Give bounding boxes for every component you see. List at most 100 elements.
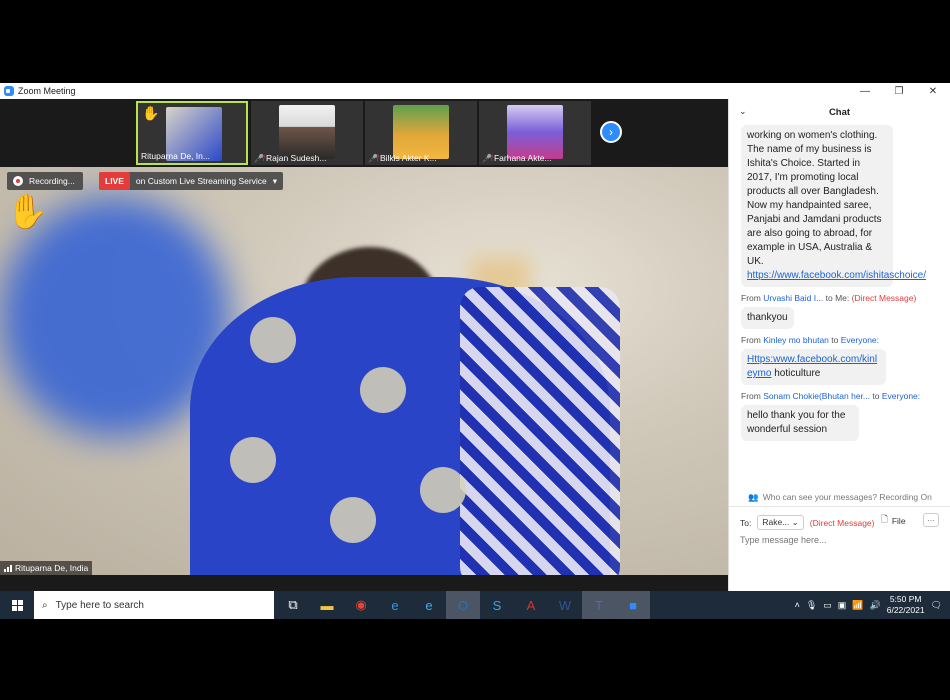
saree-pattern xyxy=(330,497,376,543)
message-link[interactable]: https://www.facebook.com/ishitaschoice/ xyxy=(747,270,926,281)
window-title: Zoom Meeting xyxy=(18,86,76,96)
message-sender: From Urvashi Baid I... to Me: (Direct Me… xyxy=(741,293,917,303)
letterbox-top xyxy=(0,0,950,83)
start-button[interactable] xyxy=(0,591,34,619)
system-tray: ˄ 🎙 ▭ ▣ 📶 🔊 5:50 PM 6/22/2021 🗨 xyxy=(795,591,950,619)
chat-messages[interactable]: working on women's clothing. The name of… xyxy=(729,125,950,490)
participant-name: 🎤̸ Bilkis Akter K... xyxy=(368,153,437,163)
clock[interactable]: 5:50 PM 6/22/2021 xyxy=(887,594,925,616)
message-sender: From Kinley mo bhutan to Everyone: xyxy=(741,335,880,345)
chat-header: ⌄ Chat xyxy=(729,99,950,125)
teams-icon[interactable]: T xyxy=(582,591,616,619)
participant-video xyxy=(279,105,335,159)
participant-name: 🎤̸ Rajan Sudesh... xyxy=(254,153,327,163)
file-label: File xyxy=(891,516,906,526)
muted-mic-icon: 🎤̸ xyxy=(254,153,264,163)
saree-border xyxy=(460,287,620,575)
window-controls: — ❐ ✕ xyxy=(848,83,950,99)
chevron-down-icon[interactable]: ⌄ xyxy=(739,106,747,117)
file-icon: 🗋 xyxy=(881,514,888,524)
live-stream-indicator[interactable]: LIVE on Custom Live Streaming Service ▾ xyxy=(99,172,284,190)
participant-thumbnail[interactable]: 🎤̸ Bilkis Akter K... xyxy=(365,101,477,165)
skype-icon[interactable]: S xyxy=(480,591,514,619)
chat-composer: To: Rake... ⌄ (Direct Message) 🗋 File ··… xyxy=(729,506,950,591)
chat-title: Chat xyxy=(828,106,851,118)
taskbar-apps: ⧉ ▬ ◉ e e O S A W T ■ xyxy=(276,591,650,619)
chat-message: Https:www.facebook.com/kinleymo hoticult… xyxy=(741,349,886,385)
saree-pattern xyxy=(230,437,276,483)
participant-thumbnail[interactable]: ✋ Rituparna De, In... xyxy=(136,101,248,165)
volume-icon[interactable]: 🔊 xyxy=(870,600,881,611)
saree-pattern xyxy=(250,317,296,363)
live-stream-label: on Custom Live Streaming Service ▾ xyxy=(135,175,278,187)
display-icon[interactable]: ▣ xyxy=(838,600,847,611)
restore-button[interactable]: ❐ xyxy=(882,83,916,99)
chrome-icon[interactable]: ◉ xyxy=(344,591,378,619)
raised-hand-icon: ✋ xyxy=(6,193,49,231)
letterbox-bottom xyxy=(0,619,950,700)
battery-icon[interactable]: ▭ xyxy=(823,600,832,611)
signal-icon xyxy=(4,564,12,572)
people-icon: 👥 xyxy=(748,491,759,502)
visibility-text: Who can see your messages? Recording On xyxy=(762,492,932,502)
zoom-window: Zoom Meeting — ❐ ✕ ✋ Rituparna De, In...… xyxy=(0,83,950,591)
chevron-up-icon[interactable]: ˄ xyxy=(795,600,800,610)
search-placeholder: Type here to search xyxy=(55,599,144,611)
video-area: ✋ Rituparna De, In... 🎤̸ Rajan Sudesh... … xyxy=(0,99,728,591)
participant-thumbnail[interactable]: 🎤̸ Farhana Akte... xyxy=(479,101,591,165)
task-view-icon[interactable]: ⧉ xyxy=(276,591,310,619)
title-bar: Zoom Meeting — ❐ ✕ xyxy=(0,83,950,99)
recipient-row: To: Rake... ⌄ (Direct Message) xyxy=(740,515,874,530)
wifi-icon[interactable]: 📶 xyxy=(852,600,863,611)
sender-name[interactable]: Urvashi Baid I... xyxy=(763,293,823,303)
next-page-button[interactable]: › xyxy=(600,121,622,143)
sender-name[interactable]: Sonam Chokie(Bhutan her... xyxy=(763,391,870,401)
message-input[interactable] xyxy=(740,535,940,545)
caret-down-icon: ▾ xyxy=(272,175,278,186)
minimize-button[interactable]: — xyxy=(848,83,882,99)
microphone-icon[interactable]: 🎙 xyxy=(806,600,817,611)
notifications-icon[interactable]: 🗨 xyxy=(931,600,942,611)
windows-logo-icon xyxy=(11,599,23,611)
message-text: working on women's clothing. The name of… xyxy=(747,130,882,267)
participant-thumbnail[interactable]: 🎤̸ Rajan Sudesh... xyxy=(251,101,363,165)
message-visibility-notice[interactable]: 👥 Who can see your messages? Recording O… xyxy=(729,490,950,504)
chat-panel: ⌄ Chat working on women's clothing. The … xyxy=(728,99,950,591)
file-button[interactable]: 🗋 File xyxy=(881,514,906,528)
windows-taskbar: ⌕ Type here to search ⧉ ▬ ◉ e e O S A W T ■ ˄ 🎙 ▭ … xyxy=(0,591,950,619)
chat-message: hello thank you for the wonderful sessio… xyxy=(741,405,859,441)
outlook-icon[interactable]: O xyxy=(446,591,480,619)
participant-name: Rituparna De, In... xyxy=(141,151,210,161)
taskbar-search[interactable]: ⌕ Type here to search xyxy=(34,591,274,619)
active-speaker-video: Recording... LIVE on Custom Live Streami… xyxy=(0,167,728,575)
clock-date: 6/22/2021 xyxy=(886,605,925,615)
gallery-strip: ✋ Rituparna De, In... 🎤̸ Rajan Sudesh... … xyxy=(0,99,728,167)
live-tag: LIVE xyxy=(99,172,130,190)
edge-icon[interactable]: e xyxy=(378,591,412,619)
sender-name[interactable]: Kinley mo bhutan xyxy=(763,335,829,345)
word-icon[interactable]: W xyxy=(548,591,582,619)
muted-mic-icon: 🎤̸ xyxy=(368,153,378,163)
message-sender: From Sonam Chokie(Bhutan her... to Every… xyxy=(741,391,921,401)
recording-label: Recording... xyxy=(29,176,75,186)
more-options-button[interactable]: ··· xyxy=(923,513,939,527)
speaker-name: Rituparna De, India xyxy=(15,563,89,573)
chat-message: thankyou xyxy=(741,307,794,329)
search-icon: ⌕ xyxy=(42,599,48,611)
file-explorer-icon[interactable]: ▬ xyxy=(310,591,344,619)
saree-pattern xyxy=(420,467,466,513)
speaker-name-label: Rituparna De, India xyxy=(0,561,93,575)
participant-video xyxy=(393,105,449,159)
chat-message: working on women's clothing. The name of… xyxy=(741,125,926,287)
close-button[interactable]: ✕ xyxy=(916,83,950,99)
muted-mic-icon: 🎤̸ xyxy=(482,153,492,163)
zoom-icon[interactable]: ■ xyxy=(616,591,650,619)
recording-icon xyxy=(13,176,23,186)
recipient-select[interactable]: Rake... ⌄ xyxy=(757,515,804,530)
zoom-app-icon xyxy=(4,86,14,96)
clock-time: 5:50 PM xyxy=(889,594,922,604)
recording-indicator[interactable]: Recording... xyxy=(7,172,83,190)
internet-explorer-icon[interactable]: e xyxy=(412,591,446,619)
participant-video xyxy=(507,105,563,159)
acrobat-icon[interactable]: A xyxy=(514,591,548,619)
